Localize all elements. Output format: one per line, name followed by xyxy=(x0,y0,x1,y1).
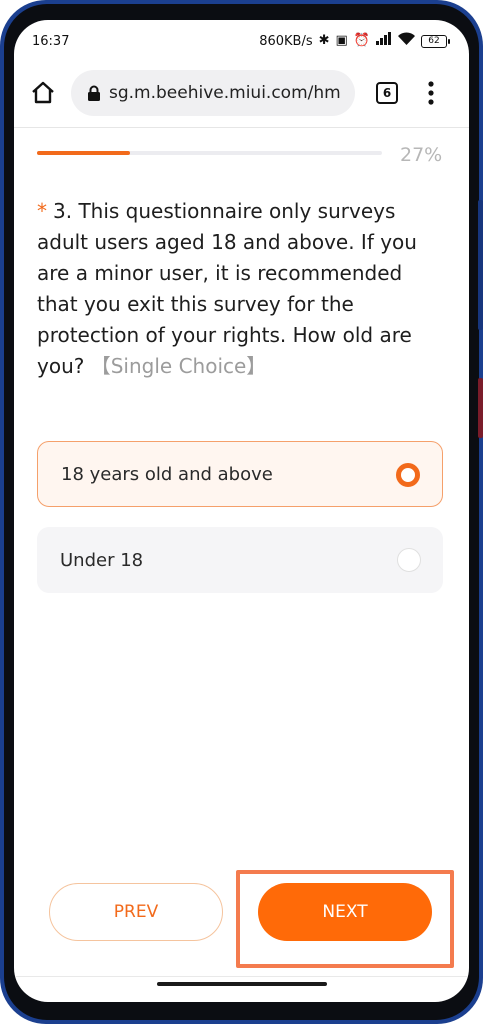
progress-fill xyxy=(37,151,131,155)
question-text: * 3. This questionnaire only surveys adul… xyxy=(37,196,437,382)
wifi-icon xyxy=(398,32,415,50)
status-bar: 16:37 860KB/s ✱ ▣ ⏰ 62 xyxy=(14,20,469,64)
status-time: 16:37 xyxy=(32,34,70,49)
radio-unchecked-icon[interactable] xyxy=(397,548,421,572)
bottom-divider xyxy=(14,976,469,977)
tabs-count-button[interactable]: 6 xyxy=(376,82,398,104)
option-label: Under 18 xyxy=(60,549,144,571)
power-button xyxy=(478,378,483,438)
question-type: 【Single Choice】 xyxy=(90,354,267,378)
screen: 16:37 860KB/s ✱ ▣ ⏰ 62 sg.m.beehive.miui… xyxy=(14,20,469,1002)
option-18-and-above[interactable]: 18 years old and above xyxy=(37,441,443,507)
home-indicator[interactable] xyxy=(157,982,327,986)
signal-icon xyxy=(376,32,392,50)
required-mark: * xyxy=(37,199,47,223)
option-under-18[interactable]: Under 18 xyxy=(37,527,443,593)
home-icon[interactable] xyxy=(30,80,56,106)
more-menu-icon[interactable] xyxy=(428,80,434,106)
url-text: sg.m.beehive.miui.com/hm xyxy=(109,83,341,103)
address-bar[interactable]: sg.m.beehive.miui.com/hm xyxy=(71,70,355,116)
prev-button[interactable]: PREV xyxy=(49,883,223,941)
toolbar-divider xyxy=(14,127,469,128)
network-speed: 860KB/s xyxy=(259,33,313,49)
alarm-icon: ⏰ xyxy=(353,33,370,48)
lock-icon xyxy=(88,85,100,101)
battery-icon: 62 xyxy=(421,34,450,48)
browser-toolbar: sg.m.beehive.miui.com/hm 6 xyxy=(14,66,469,122)
progress-percent: 27% xyxy=(400,144,443,166)
next-button[interactable]: NEXT xyxy=(258,883,432,941)
radio-checked-icon[interactable] xyxy=(396,463,420,487)
vibrate-icon: ▣ xyxy=(335,33,348,48)
option-label: 18 years old and above xyxy=(61,463,273,485)
volume-button xyxy=(478,200,483,330)
question-body: 3. This questionnaire only surveys adult… xyxy=(37,199,417,378)
status-icons: 860KB/s ✱ ▣ ⏰ 62 xyxy=(259,32,450,50)
progress-bar xyxy=(37,151,382,155)
bluetooth-icon: ✱ xyxy=(318,33,330,48)
